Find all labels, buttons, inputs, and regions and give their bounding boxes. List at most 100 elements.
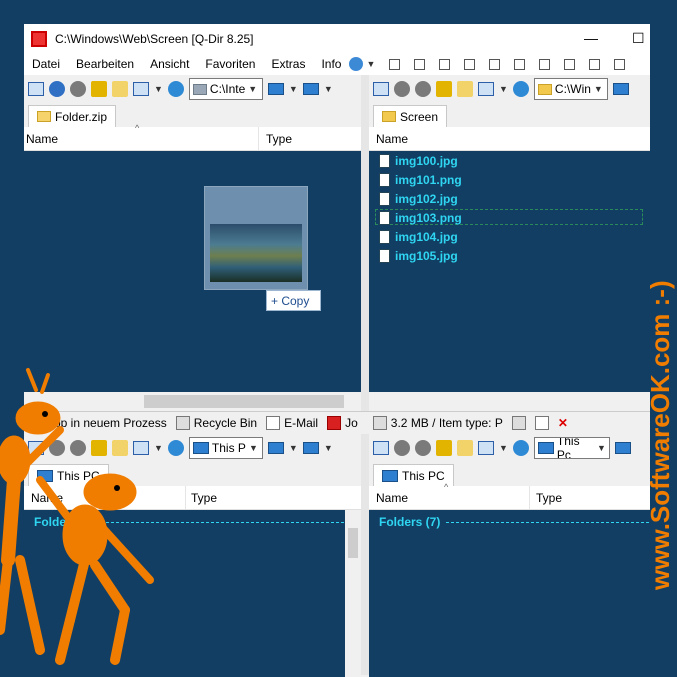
layout-10-icon[interactable] bbox=[589, 58, 601, 70]
up-folder-icon[interactable] bbox=[91, 81, 107, 97]
refresh-icon[interactable] bbox=[512, 440, 529, 456]
globe-icon[interactable] bbox=[349, 57, 364, 71]
address-bar[interactable]: This P ▼ bbox=[188, 437, 263, 459]
column-type[interactable]: Type bbox=[266, 132, 292, 146]
file-list[interactable]: img100.jpg img101.png img102.jpg img103.… bbox=[369, 151, 650, 392]
new-folder-icon[interactable] bbox=[112, 81, 128, 97]
monitor-icon[interactable] bbox=[302, 442, 319, 454]
chevron-down-icon[interactable]: ▼ bbox=[499, 443, 508, 453]
address-bar[interactable]: This Pc ▼ bbox=[533, 437, 610, 459]
tab-folder-zip[interactable]: Folder.zip bbox=[28, 105, 117, 127]
refresh-icon[interactable] bbox=[167, 81, 184, 97]
file-list[interactable]: Folders (7) bbox=[369, 510, 650, 677]
pane-view-icon[interactable] bbox=[373, 82, 389, 96]
scroll-thumb[interactable] bbox=[144, 395, 344, 408]
list-item[interactable]: img101.png bbox=[379, 171, 462, 189]
maximize-button[interactable]: ☐ bbox=[632, 30, 645, 47]
view-mode-icon[interactable] bbox=[133, 82, 149, 96]
new-folder-icon[interactable] bbox=[457, 440, 473, 456]
forward-icon[interactable] bbox=[415, 81, 431, 97]
minimize-button[interactable]: — bbox=[584, 30, 598, 46]
group-header[interactable]: Folders (7) bbox=[379, 514, 649, 530]
column-type[interactable]: Type bbox=[191, 491, 217, 505]
status-jo[interactable]: Jo bbox=[327, 416, 358, 430]
forward-icon[interactable] bbox=[415, 440, 431, 456]
back-icon[interactable] bbox=[394, 440, 410, 456]
vertical-scrollbar[interactable] bbox=[345, 510, 361, 677]
chevron-down-icon[interactable]: ▼ bbox=[154, 84, 163, 94]
column-separator[interactable] bbox=[258, 127, 259, 150]
refresh-icon[interactable] bbox=[167, 440, 184, 456]
view-mode-icon[interactable] bbox=[478, 82, 494, 96]
list-item[interactable]: img103.png bbox=[379, 209, 462, 227]
status-recycle-bin[interactable]: Recycle Bin bbox=[175, 416, 257, 430]
column-name[interactable]: Name bbox=[26, 132, 58, 146]
up-folder-icon[interactable] bbox=[436, 440, 452, 456]
layout-5-icon[interactable] bbox=[464, 58, 476, 70]
layout-4-icon[interactable] bbox=[439, 58, 451, 70]
folder-icon bbox=[382, 111, 396, 122]
menu-datei[interactable]: Datei bbox=[24, 57, 68, 71]
layout-6-icon[interactable] bbox=[489, 58, 501, 70]
chevron-down-icon[interactable]: ▼ bbox=[499, 84, 508, 94]
list-item[interactable]: img102.jpg bbox=[379, 190, 458, 208]
chevron-down-icon[interactable]: ▼ bbox=[289, 443, 298, 453]
column-header: Name ^ Type bbox=[369, 482, 650, 510]
delete-icon[interactable]: ✕ bbox=[558, 416, 568, 430]
chevron-down-icon[interactable]: ▼ bbox=[289, 84, 298, 94]
forward-icon[interactable] bbox=[70, 81, 86, 97]
chevron-down-icon[interactable]: ▼ bbox=[249, 443, 258, 453]
list-item[interactable]: img104.jpg bbox=[379, 228, 458, 246]
chevron-down-icon[interactable]: ▼ bbox=[594, 84, 603, 94]
list-item[interactable]: img100.jpg bbox=[379, 152, 458, 170]
column-name[interactable]: Name bbox=[376, 132, 408, 146]
chevron-down-icon[interactable]: ▼ bbox=[597, 443, 606, 453]
layout-9-icon[interactable] bbox=[564, 58, 576, 70]
layout-11-icon[interactable] bbox=[614, 58, 626, 70]
back-icon[interactable] bbox=[394, 81, 410, 97]
desktop-icon[interactable] bbox=[614, 442, 631, 454]
address-bar[interactable]: C:\Inte ▼ bbox=[188, 78, 263, 100]
menu-bearbeiten[interactable]: Bearbeiten bbox=[68, 57, 142, 71]
this-pc-icon bbox=[192, 442, 209, 454]
new-folder-icon[interactable] bbox=[457, 81, 473, 97]
envelope-icon bbox=[266, 416, 281, 430]
menu-info[interactable]: Info bbox=[313, 57, 349, 71]
menu-favoriten[interactable]: Favoriten bbox=[197, 57, 263, 71]
desktop-icon[interactable] bbox=[267, 442, 284, 454]
tab-this-pc[interactable]: This PC bbox=[373, 464, 454, 486]
desktop-icon[interactable] bbox=[267, 83, 284, 95]
list-item[interactable]: img105.jpg bbox=[379, 247, 458, 265]
monitor-icon[interactable] bbox=[302, 83, 319, 95]
scroll-thumb[interactable] bbox=[348, 528, 358, 558]
pane-splitter[interactable] bbox=[361, 75, 369, 675]
status-email[interactable]: E-Mail bbox=[266, 416, 318, 430]
layout-3-icon[interactable] bbox=[414, 58, 426, 70]
pane-view-icon[interactable] bbox=[28, 82, 44, 96]
layout-8-icon[interactable] bbox=[539, 58, 551, 70]
status-rename[interactable] bbox=[534, 416, 549, 430]
layout-7-icon[interactable] bbox=[514, 58, 526, 70]
image-file-icon bbox=[379, 230, 390, 244]
status-lightning[interactable] bbox=[511, 416, 526, 430]
column-separator[interactable] bbox=[185, 486, 186, 509]
address-bar[interactable]: C:\Win ▼ bbox=[533, 78, 608, 100]
up-folder-icon[interactable] bbox=[436, 81, 452, 97]
pane-view-icon[interactable] bbox=[373, 441, 389, 455]
menu-extras[interactable]: Extras bbox=[263, 57, 313, 71]
file-list[interactable] bbox=[24, 151, 361, 392]
menu-ansicht[interactable]: Ansicht bbox=[142, 57, 197, 71]
tab-screen[interactable]: Screen bbox=[373, 105, 448, 127]
column-separator[interactable] bbox=[529, 486, 530, 509]
chevron-down-icon[interactable]: ▼ bbox=[324, 443, 333, 453]
chevron-down-icon[interactable]: ▼ bbox=[248, 84, 257, 94]
desktop-icon[interactable] bbox=[612, 83, 629, 95]
back-icon[interactable] bbox=[49, 81, 65, 97]
refresh-icon[interactable] bbox=[512, 81, 529, 97]
chevron-down-icon[interactable]: ▼ bbox=[366, 59, 375, 69]
column-name[interactable]: Name bbox=[376, 491, 408, 505]
view-mode-icon[interactable] bbox=[478, 441, 494, 455]
layout-2-icon[interactable] bbox=[389, 58, 401, 70]
chevron-down-icon[interactable]: ▼ bbox=[324, 84, 333, 94]
column-type[interactable]: Type bbox=[536, 491, 562, 505]
